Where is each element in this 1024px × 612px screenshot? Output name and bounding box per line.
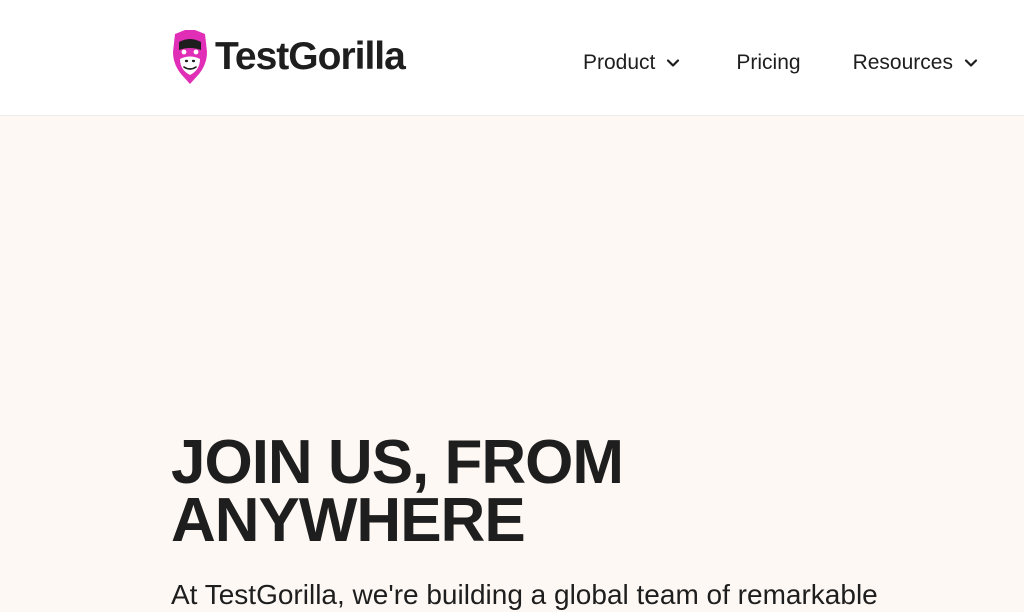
nav-item-label: Resources bbox=[852, 51, 953, 74]
gorilla-face-icon bbox=[173, 30, 207, 84]
page-title: JOIN US, FROM ANYWHERE bbox=[171, 432, 624, 552]
site-header: TestGorilla Product Pricing Resources bbox=[0, 0, 1024, 116]
nav-item-label: Product bbox=[583, 51, 656, 74]
chevron-down-icon bbox=[964, 59, 978, 67]
chevron-down-icon bbox=[667, 59, 680, 67]
nav-item-resources[interactable]: Resources bbox=[853, 51, 978, 75]
main-nav: Product Pricing Resources bbox=[583, 46, 978, 80]
brand-name: TestGorilla bbox=[215, 34, 406, 78]
nav-item-pricing[interactable]: Pricing bbox=[736, 51, 800, 75]
nav-item-label: Pricing bbox=[736, 51, 801, 74]
testgorilla-logo[interactable]: TestGorilla bbox=[171, 28, 406, 86]
page-title-line-2: ANYWHERE bbox=[171, 486, 526, 555]
nav-item-product[interactable]: Product bbox=[583, 51, 680, 75]
hero-subtitle: At TestGorilla, we're building a global … bbox=[171, 579, 878, 610]
